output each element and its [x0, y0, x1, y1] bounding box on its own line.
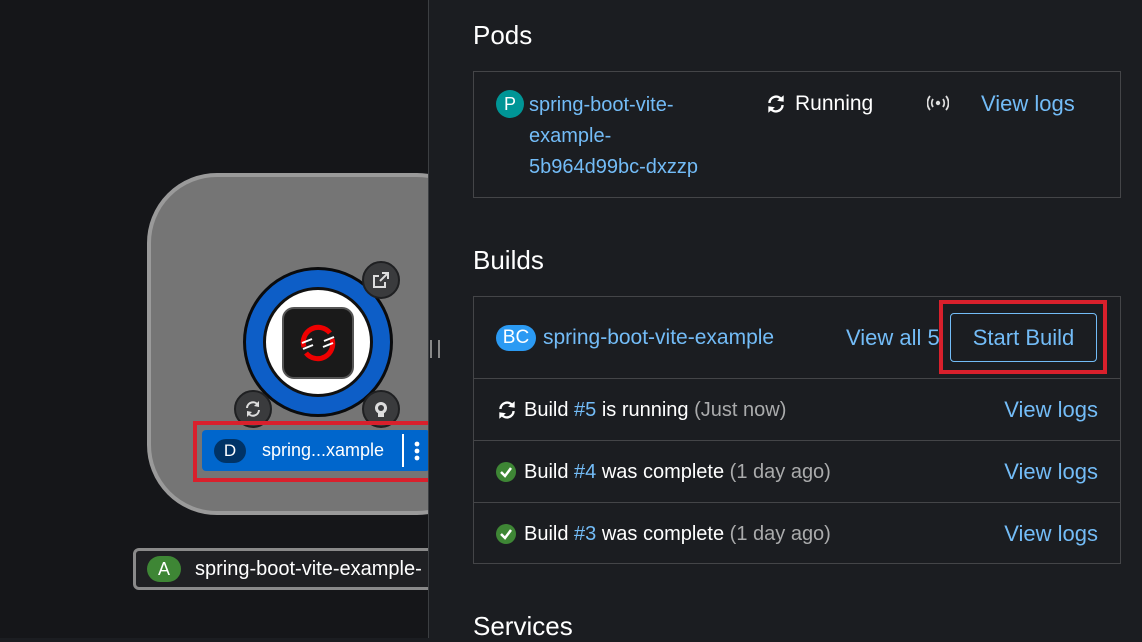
build-status: is running [596, 398, 695, 421]
application-label[interactable]: A spring-boot-vite-example- [133, 548, 428, 590]
pod-status: Running [765, 92, 873, 116]
open-url-icon[interactable] [362, 261, 400, 299]
build-time: (1 day ago) [729, 460, 831, 483]
deployment-badge: D [214, 438, 246, 463]
build-number-link[interactable]: #4 [574, 461, 596, 484]
node-label[interactable]: D spring...xample [202, 430, 428, 471]
kebab-menu-icon[interactable] [402, 434, 428, 467]
sync-icon [499, 401, 515, 419]
pods-card: P spring-boot-vite- example- 5b964d99bc-… [473, 71, 1121, 198]
panel-divider [428, 0, 429, 638]
build-config-link[interactable]: spring-boot-vite-example [543, 326, 774, 350]
build-time: (1 day ago) [729, 522, 831, 545]
sync-icon [768, 95, 784, 113]
services-heading: Services [473, 611, 573, 641]
node-label-text: spring...xample [262, 440, 385, 460]
build-prefix: Build [524, 522, 575, 545]
pod-badge: P [496, 90, 524, 118]
builds-heading: Builds [473, 245, 544, 275]
pod-view-logs-link[interactable]: View logs [981, 91, 1075, 117]
build-config-badge: BC [496, 325, 536, 351]
build-view-logs-link[interactable]: View logs [1004, 521, 1098, 547]
build-row: Build #3 was complete (1 day ago) View l… [474, 502, 1120, 565]
view-all-builds-link[interactable]: View all 5 [846, 325, 940, 351]
build-view-logs-link[interactable]: View logs [1004, 459, 1098, 485]
build-status: was complete [596, 460, 730, 483]
signal-icon [927, 95, 949, 111]
build-prefix: Build [524, 460, 575, 483]
pod-name-line: 5b964d99bc-dxzzp [529, 156, 699, 178]
build-prefix: Build [524, 398, 575, 421]
build-number-link[interactable]: #3 [574, 523, 596, 546]
build-status: was complete [596, 522, 730, 545]
resize-handle[interactable] [430, 340, 440, 358]
pod-name-link[interactable]: spring-boot-vite- example- 5b964d99bc-dx… [529, 90, 698, 183]
start-build-button[interactable]: Start Build [950, 313, 1097, 362]
build-number-link[interactable]: #5 [574, 399, 596, 422]
build-view-logs-link[interactable]: View logs [1004, 397, 1098, 423]
openshift-icon [282, 307, 354, 379]
build-row: Build #4 was complete (1 day ago) View l… [474, 440, 1120, 503]
pod-name-line: example- [529, 125, 612, 147]
pod-status-text: Running [795, 92, 874, 115]
topology-canvas[interactable]: D spring...xample A spring-boot-vite-exa… [0, 0, 428, 638]
check-circle-icon [496, 524, 516, 544]
build-time: (Just now) [694, 398, 787, 421]
pod-name-line: spring-boot-vite- [529, 94, 674, 116]
application-name: spring-boot-vite-example- [195, 557, 422, 580]
check-circle-icon [496, 462, 516, 482]
build-row: Build #5 is running (Just now) View logs [474, 378, 1120, 441]
pods-heading: Pods [473, 20, 533, 50]
application-badge: A [147, 556, 181, 582]
